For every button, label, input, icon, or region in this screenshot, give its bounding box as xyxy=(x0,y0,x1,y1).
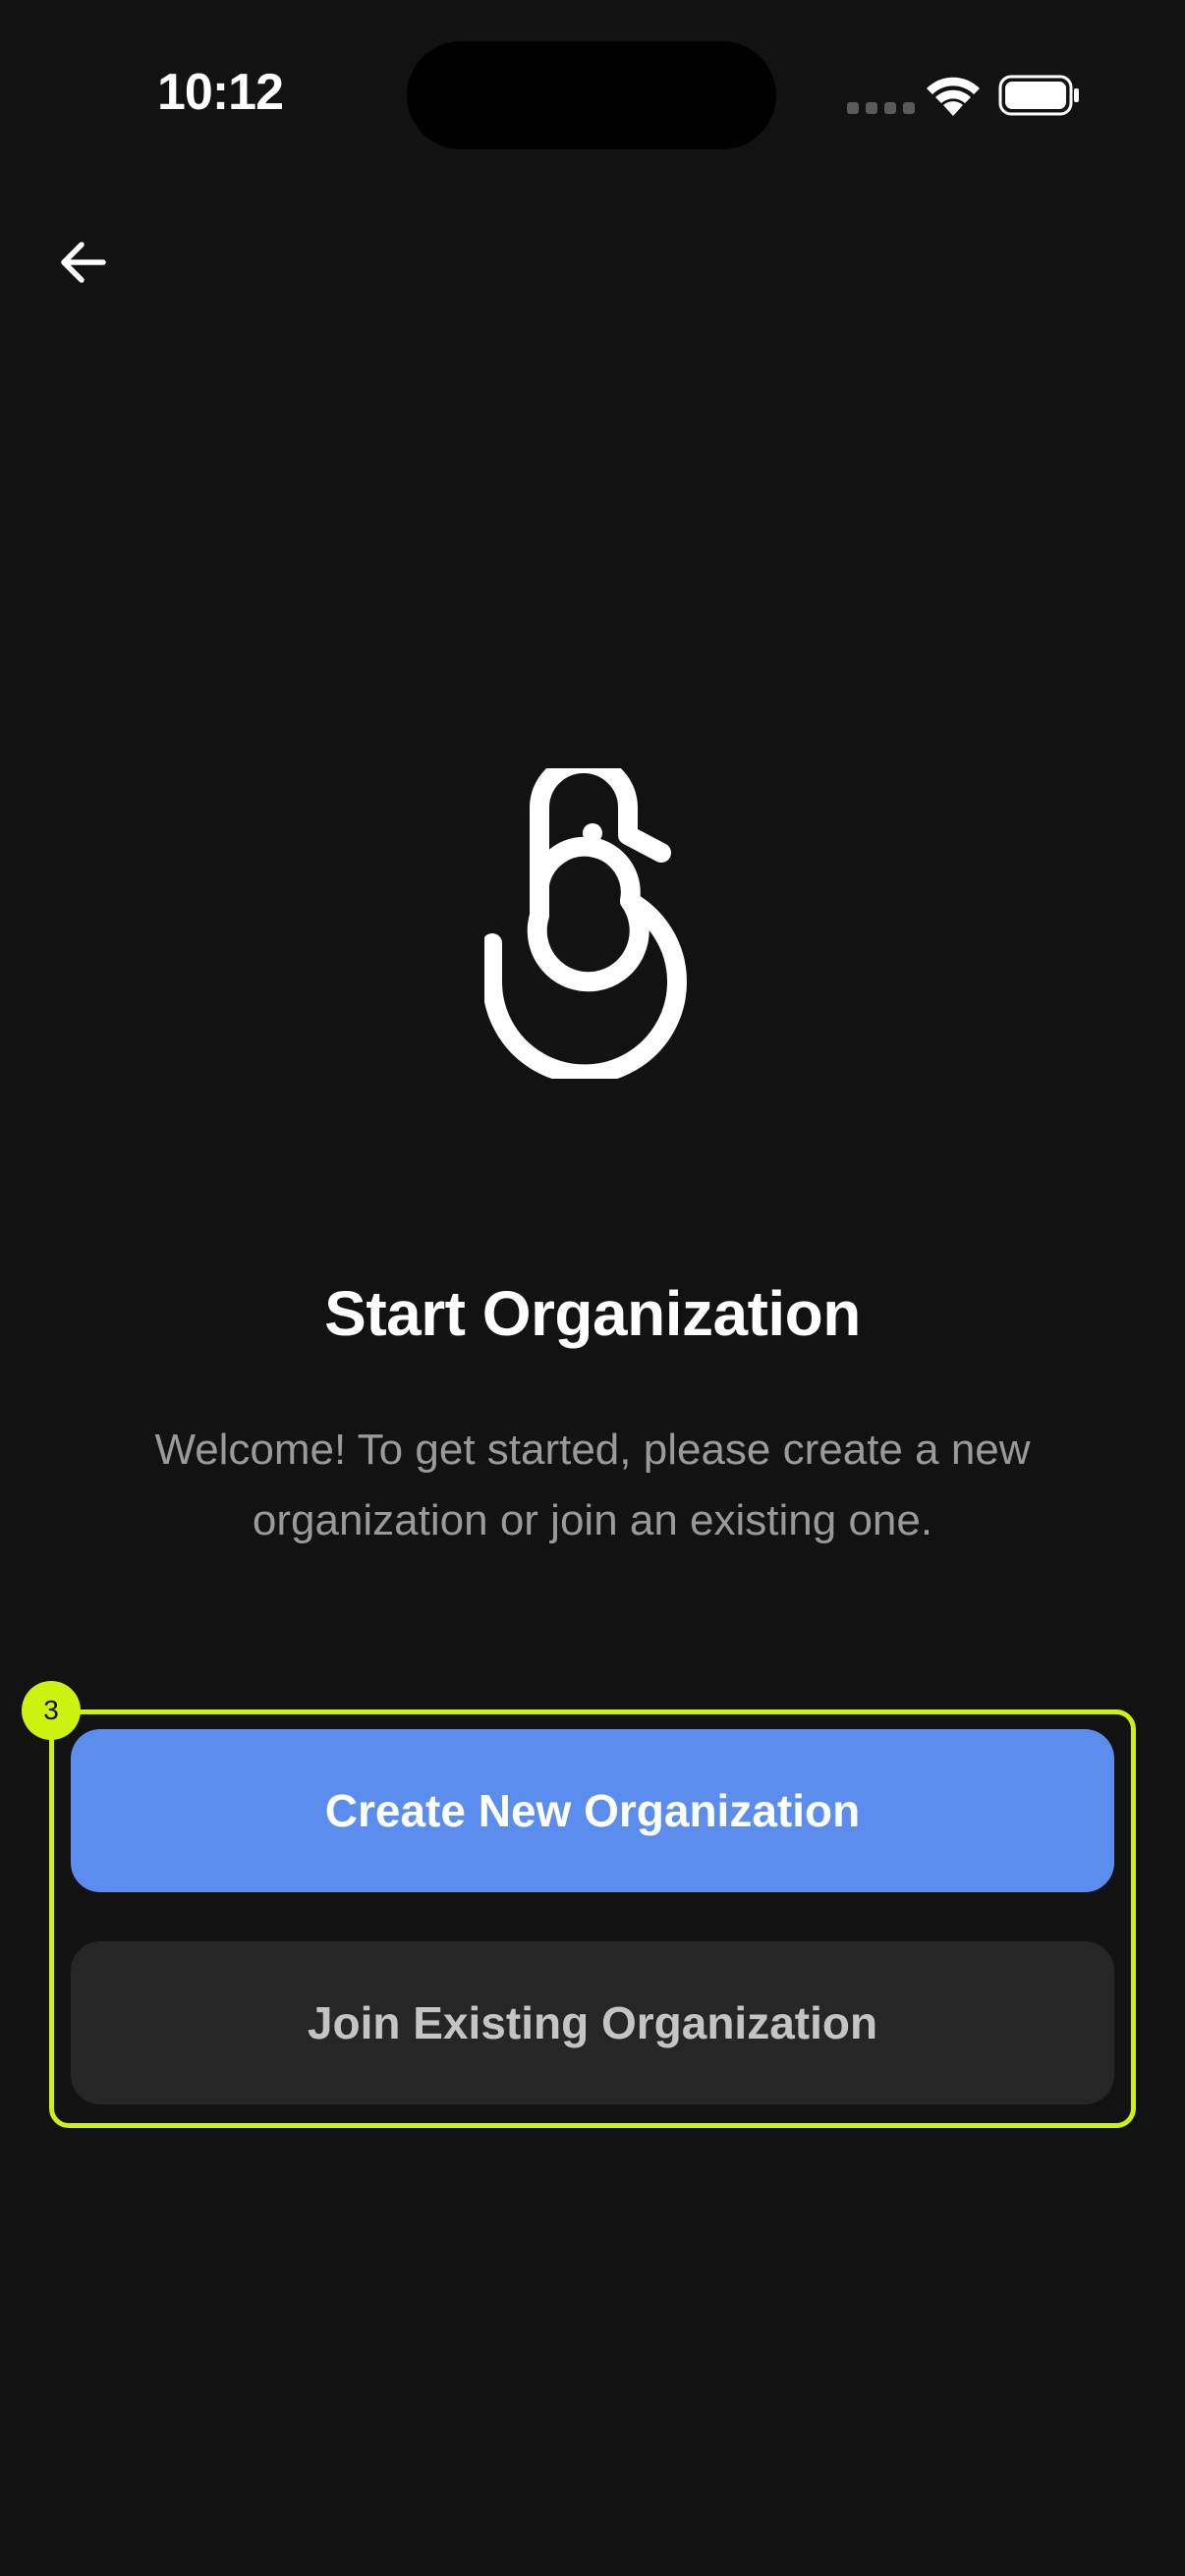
create-organization-button[interactable]: Create New Organization xyxy=(71,1729,1114,1892)
swan-logo-icon xyxy=(484,768,687,1079)
back-button[interactable] xyxy=(49,228,118,297)
dynamic-island xyxy=(407,41,776,149)
cellular-signal-icon xyxy=(847,102,915,114)
wifi-icon xyxy=(927,77,980,116)
page-title: Start Organization xyxy=(324,1278,861,1349)
join-organization-button[interactable]: Join Existing Organization xyxy=(71,1941,1114,2104)
highlight-badge: 3 xyxy=(22,1681,81,1740)
page-subtitle: Welcome! To get started, please create a… xyxy=(154,1426,1031,1544)
battery-icon xyxy=(998,75,1079,116)
status-time: 10:12 xyxy=(157,64,284,121)
arrow-left-icon xyxy=(61,242,106,283)
